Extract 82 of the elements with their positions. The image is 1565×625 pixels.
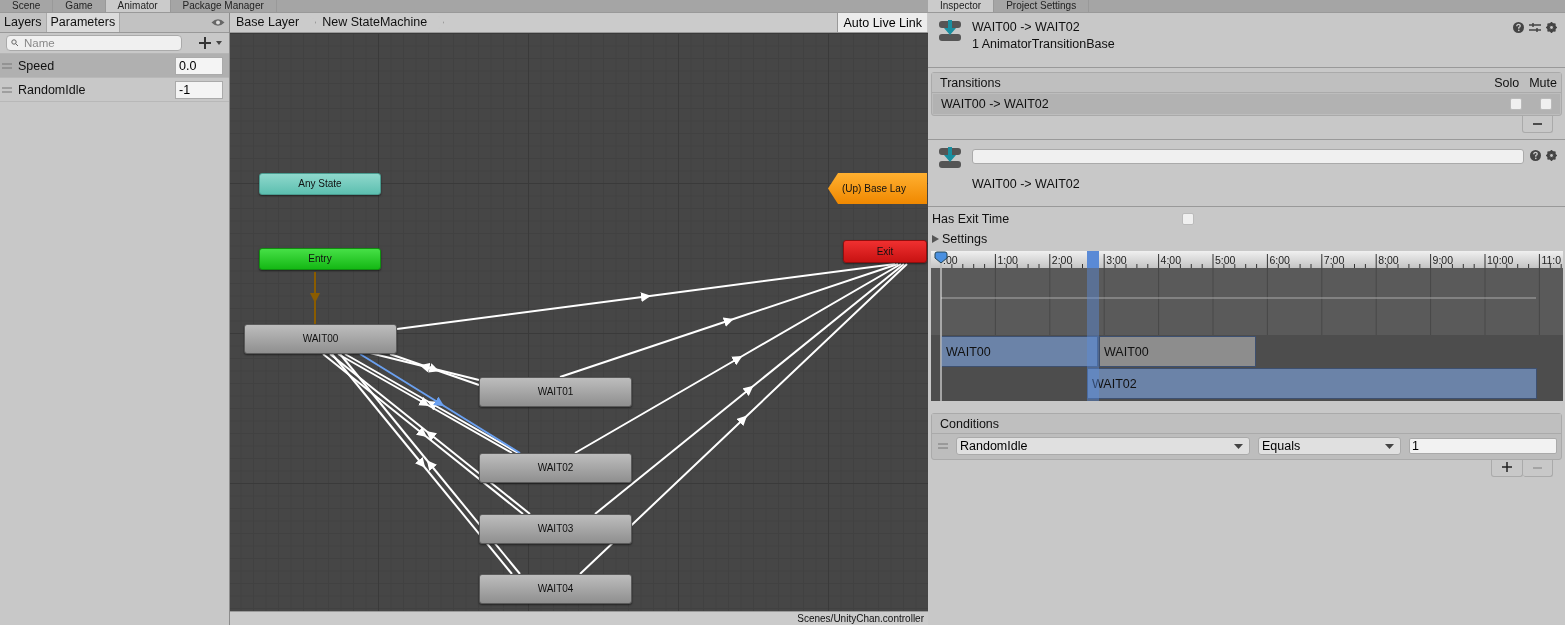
list-header: Transitions	[940, 75, 1002, 90]
timeline-tick-label: 8:00	[1378, 254, 1399, 266]
timeline-tick-label: 1:00	[997, 254, 1018, 266]
drag-handle-icon[interactable]	[2, 86, 12, 93]
drag-handle-icon[interactable]	[938, 443, 948, 449]
settings-icon[interactable]	[1546, 150, 1557, 161]
parameter-name: Speed	[18, 58, 56, 73]
state-node[interactable]: Entry	[259, 248, 381, 270]
timeline-tick-label: :00	[943, 254, 958, 266]
minus-icon	[1533, 464, 1542, 472]
window-tab[interactable]: Game	[53, 0, 106, 12]
parameter-row[interactable]: Speed 0.0	[0, 54, 229, 78]
add-dropdown-icon[interactable]	[199, 37, 223, 49]
settings-icon[interactable]	[1546, 22, 1557, 33]
parameter-value-field[interactable]: 0.0	[175, 56, 223, 75]
transition-caption: WAIT00 -> WAIT02	[972, 177, 1081, 191]
state-node[interactable]: WAIT04	[479, 574, 632, 604]
panel-tab[interactable]: Parameters	[46, 13, 121, 32]
inspector-subtitle: 1 AnimatorTransitionBase	[972, 37, 1116, 51]
window-tab[interactable]: Package Manager	[170, 0, 277, 12]
help-icon[interactable]	[1513, 22, 1524, 33]
eye-icon[interactable]	[211, 18, 225, 27]
status-text: Scenes/UnityChan.controller	[230, 611, 928, 625]
name-field[interactable]	[972, 149, 1524, 164]
list-header: Conditions	[940, 416, 1000, 431]
timeline-tick-label: 2:00	[1051, 254, 1073, 266]
timeline-tick-label: 6:00	[1269, 254, 1290, 266]
parameter-row[interactable]: RandomIdle -1	[0, 78, 229, 102]
checkbox[interactable]	[1182, 213, 1194, 225]
window-tab[interactable]: Inspector	[928, 0, 995, 12]
remove-button[interactable]	[1522, 116, 1553, 133]
plus-icon	[1502, 462, 1512, 472]
timeline-tick-label: 4:00	[1160, 254, 1182, 266]
inspector-title: WAIT00 -> WAIT02	[972, 20, 1081, 34]
search-icon	[11, 39, 20, 47]
window-tab[interactable]: Project Settings	[994, 0, 1090, 12]
add-button[interactable]	[1491, 460, 1523, 477]
minus-icon	[1533, 120, 1542, 128]
parameter-name: RandomIdle	[18, 82, 87, 97]
search-field[interactable]: Name	[6, 35, 182, 51]
panel-tab[interactable]: Layers	[0, 13, 47, 32]
timeline-clip[interactable]: WAIT00	[1099, 336, 1256, 367]
state-node[interactable]: WAIT02	[479, 453, 632, 483]
state-node[interactable]: Any State	[259, 173, 381, 195]
transition-icon	[938, 146, 962, 170]
column-header: Solo	[1494, 75, 1520, 90]
checkbox[interactable]	[1540, 98, 1552, 110]
state-node[interactable]: WAIT03	[479, 514, 632, 544]
transition-timeline[interactable]: :00 1:00 2:00 3:00 4:00 5:00 6:00 7:00 8:00 9:00 10:00 11:0 WAIT00 WAIT00 WAIT02	[931, 251, 1563, 401]
transition-icon	[938, 19, 962, 43]
parameter-dropdown[interactable]: RandomIdle	[956, 437, 1250, 455]
state-node[interactable]: WAIT00	[244, 324, 397, 354]
sliders-icon[interactable]	[1529, 22, 1541, 33]
threshold-field[interactable]: 1	[1409, 438, 1557, 454]
column-header: Mute	[1529, 75, 1557, 90]
timeline-tick-label: 10:00	[1487, 254, 1514, 266]
dropdown-caret-icon	[1385, 443, 1394, 449]
parameter-value-field[interactable]: -1	[175, 80, 223, 99]
state-node[interactable]: Exit	[843, 240, 927, 263]
help-icon[interactable]	[1530, 150, 1541, 161]
timeline-tick-label: 9:00	[1432, 254, 1454, 266]
auto-live-link-button[interactable]: Auto Live Link	[837, 13, 927, 32]
timeline-tick-label: 5:00	[1215, 254, 1236, 266]
transition-marker[interactable]	[1087, 251, 1099, 268]
checkbox[interactable]	[1510, 98, 1522, 110]
timeline-clip[interactable]: WAIT02	[1087, 368, 1537, 399]
dropdown-caret-icon	[1234, 443, 1243, 449]
transition-name: WAIT00 -> WAIT02	[941, 97, 1050, 111]
transition-row[interactable]: WAIT00 -> WAIT02	[933, 94, 1560, 114]
window-tab[interactable]: Animator	[105, 0, 171, 12]
timeline-tick-label: 11:0	[1541, 254, 1562, 266]
timeline-tick-label: 7:00	[1323, 254, 1345, 266]
foldout-label[interactable]: Settings	[942, 232, 988, 246]
foldout-arrow-icon[interactable]	[932, 235, 939, 243]
parent-state-machine-node[interactable]: (Up) Base Lay	[828, 173, 927, 204]
timeline-clip[interactable]: WAIT00	[941, 336, 1098, 367]
timeline-tick-label: 3:00	[1106, 254, 1127, 266]
field-label: Has Exit Time	[932, 212, 1011, 226]
state-node[interactable]: WAIT01	[479, 377, 632, 407]
drag-handle-icon[interactable]	[2, 62, 12, 69]
mode-dropdown[interactable]: Equals	[1258, 437, 1401, 455]
window-tab[interactable]: Scene	[0, 0, 54, 12]
